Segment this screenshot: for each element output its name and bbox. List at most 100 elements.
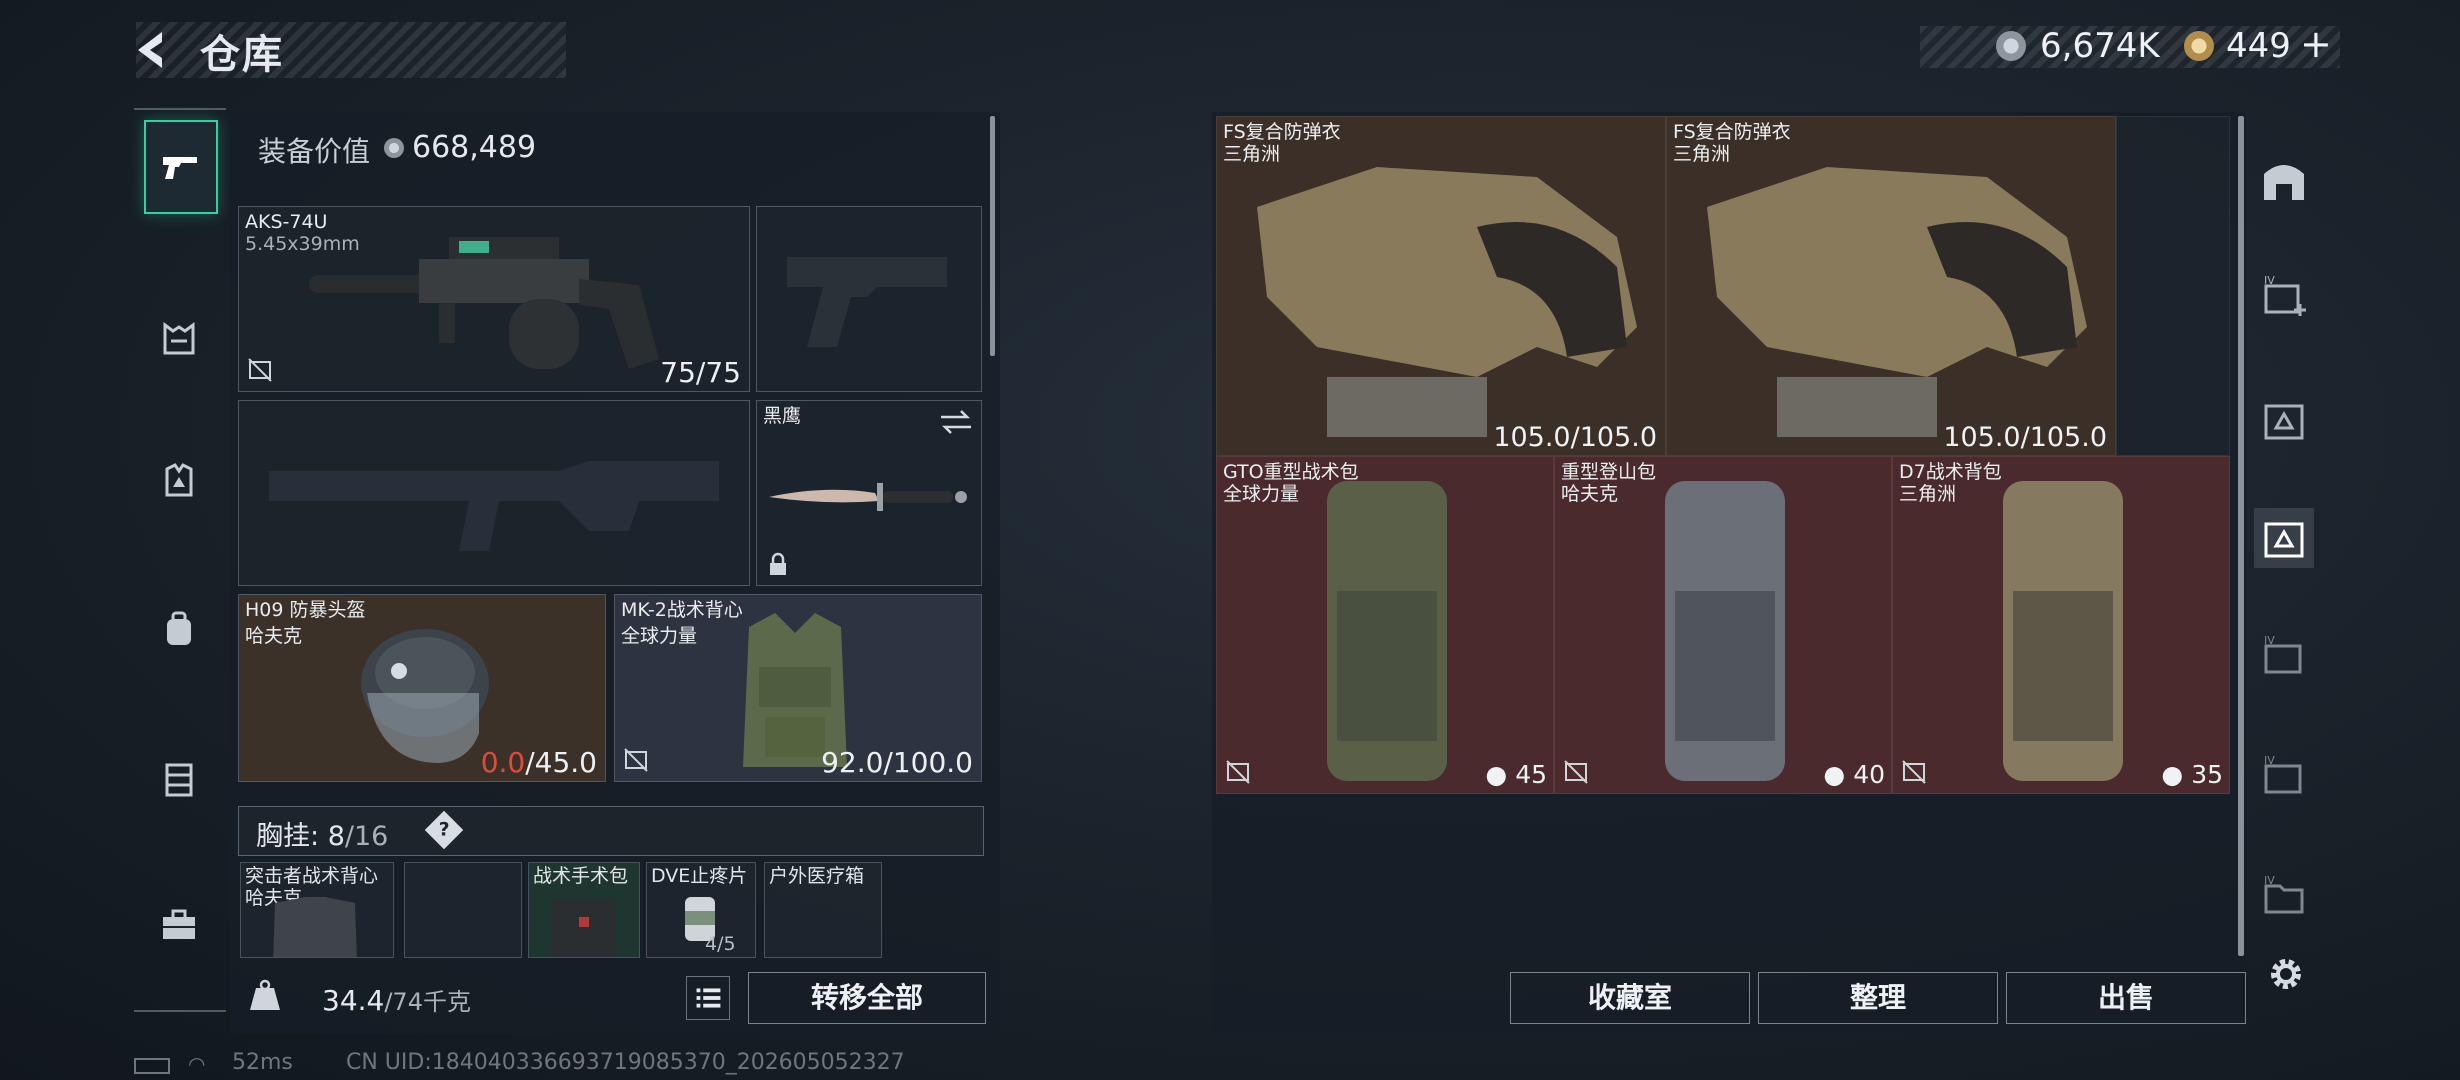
chest-rig-icon bbox=[163, 322, 195, 355]
premium-coin-icon bbox=[2184, 31, 2214, 61]
wifi-icon: ◠ bbox=[188, 1052, 206, 1076]
tab-weapons[interactable] bbox=[144, 120, 218, 214]
sidebar-storage-4[interactable]: IV bbox=[2254, 626, 2314, 686]
helmet-slot[interactable]: H09 防暴头盔 哈夫克 0.0/45.0 bbox=[238, 594, 606, 782]
no-insurance-icon bbox=[1902, 760, 1926, 784]
no-insurance-icon bbox=[624, 748, 648, 772]
storage-item-name: 重型登山包 bbox=[1561, 461, 1657, 483]
svg-text:IV: IV bbox=[2264, 874, 2275, 887]
carry-weight: 34.4/74千克 bbox=[322, 984, 471, 1017]
storage-item-capacity: ● 40 bbox=[1823, 760, 1885, 789]
tab-armor[interactable] bbox=[144, 446, 214, 516]
backpack-image bbox=[1327, 481, 1447, 781]
no-insurance-icon bbox=[1226, 760, 1250, 784]
storage-box-icon bbox=[2264, 522, 2304, 558]
item-count: 4/5 bbox=[705, 933, 736, 955]
chest-rig-item[interactable]: 战术手术包 bbox=[528, 862, 640, 958]
transfer-all-button[interactable]: 转移全部 bbox=[748, 972, 986, 1024]
coin-icon bbox=[1996, 31, 2026, 61]
chest-rig-item-name: DVE止疼片 bbox=[651, 865, 748, 887]
weight-icon bbox=[250, 979, 280, 1010]
container-icon bbox=[165, 763, 193, 797]
user-uid: CN UID:184040336693719085370_20260505232… bbox=[346, 1050, 905, 1075]
storage-item-name: FS复合防弹衣 bbox=[1673, 121, 1791, 143]
sidebar-storage-5[interactable]: IV bbox=[2254, 746, 2314, 806]
storage-item[interactable]: FS复合防弹衣 三角洲 105.0/105.0 bbox=[1666, 116, 2116, 456]
equipment-value: 668,489 bbox=[412, 130, 537, 165]
melee-name: 黑鹰 bbox=[763, 405, 802, 427]
page-title: 仓库 bbox=[200, 32, 284, 78]
vest-image bbox=[273, 897, 357, 957]
sidebar-warehouse[interactable] bbox=[2254, 150, 2314, 210]
chest-rig-capacity: 胸挂: 8/16 bbox=[256, 821, 389, 852]
pistol-slot[interactable] bbox=[756, 206, 982, 392]
back-button[interactable] bbox=[130, 26, 178, 74]
chest-rig-item-name: 户外医疗箱 bbox=[769, 865, 865, 887]
storage-item-capacity: ● 45 bbox=[1485, 760, 1547, 789]
sidebar-storage-3[interactable] bbox=[2254, 508, 2314, 568]
empty-grid-cell[interactable] bbox=[2116, 116, 2230, 456]
weapon-durability: 75/75 bbox=[660, 356, 741, 389]
organize-button[interactable]: 整理 bbox=[1758, 972, 1998, 1024]
storage-locked-icon: IV bbox=[2264, 754, 2302, 794]
no-insurance-icon bbox=[248, 358, 272, 382]
armor-vest-icon bbox=[165, 463, 193, 497]
storage-box-icon bbox=[2264, 404, 2304, 440]
armor-brand: 全球力量 bbox=[621, 625, 698, 647]
chest-rig-item[interactable]: DVE止疼片 4/5 bbox=[646, 862, 756, 958]
storage-item-durability: 105.0/105.0 bbox=[1493, 422, 1657, 453]
armor-name: MK-2战术背心 bbox=[621, 599, 743, 621]
capacity-icon: ● bbox=[1485, 760, 1508, 789]
tab-backpack[interactable] bbox=[144, 594, 214, 664]
storage-item-name: FS复合防弹衣 bbox=[1223, 121, 1341, 143]
backpack-icon bbox=[167, 611, 191, 645]
storage-expand-icon: IV bbox=[2264, 274, 2306, 316]
sidebar-storage-2[interactable] bbox=[2254, 390, 2314, 450]
battery-icon bbox=[134, 1058, 170, 1074]
list-view-button[interactable] bbox=[686, 976, 730, 1020]
storage-item-capacity: ● 35 bbox=[2161, 760, 2223, 789]
sell-button[interactable]: 出售 bbox=[2006, 972, 2246, 1024]
pistol-silhouette-icon bbox=[787, 257, 947, 347]
helmet-brand: 哈夫克 bbox=[245, 625, 303, 647]
storage-item[interactable]: D7战术背包 三角洲 ● 35 bbox=[1892, 456, 2230, 794]
storage-item-brand: 哈夫克 bbox=[1561, 483, 1619, 505]
warehouse-icon bbox=[2264, 165, 2304, 200]
currency-primary-value: 6,674K bbox=[2040, 26, 2160, 66]
loadout-scrollbar[interactable] bbox=[990, 116, 995, 356]
storage-item-durability: 105.0/105.0 bbox=[1943, 422, 2107, 453]
backpack-image bbox=[2003, 481, 2123, 781]
melee-slot[interactable]: 黑鹰 bbox=[756, 400, 982, 586]
rifle-image bbox=[309, 237, 659, 369]
chest-rig-item[interactable]: 户外医疗箱 bbox=[764, 862, 882, 958]
chest-rig-item[interactable]: 突击者战术背心 哈夫克 bbox=[240, 862, 394, 958]
swap-arrows-icon[interactable] bbox=[939, 409, 973, 435]
sidebar-storage-1[interactable]: IV bbox=[2254, 266, 2314, 326]
list-icon bbox=[696, 988, 721, 1008]
storage-item[interactable]: GTO重型战术包 全球力量 ● 45 bbox=[1216, 456, 1554, 794]
storage-item[interactable]: 重型登山包 哈夫克 ● 40 bbox=[1554, 456, 1892, 794]
capacity-icon: ● bbox=[2161, 760, 2184, 789]
ping-value: 52ms bbox=[232, 1050, 293, 1075]
storage-locked-icon: IV bbox=[2264, 634, 2302, 674]
capacity-icon: ● bbox=[1823, 760, 1846, 789]
primary-weapon-slot[interactable]: AKS-74U 5.45x39mm 75/75 bbox=[238, 206, 750, 392]
tab-chest-rig[interactable] bbox=[144, 304, 214, 374]
storage-item-brand: 全球力量 bbox=[1223, 483, 1300, 505]
helmet-image bbox=[361, 629, 489, 763]
storage-scrollbar[interactable] bbox=[2238, 116, 2244, 956]
chest-rig-item-name: 突击者战术背心 bbox=[245, 865, 379, 887]
secondary-weapon-slot[interactable] bbox=[238, 400, 750, 586]
storage-item[interactable]: FS复合防弹衣 三角洲 105.0/105.0 bbox=[1216, 116, 1666, 456]
add-currency-button[interactable]: + bbox=[2300, 22, 2332, 66]
coin-icon bbox=[384, 138, 404, 158]
tab-case[interactable] bbox=[144, 890, 214, 960]
empty-slot[interactable] bbox=[404, 862, 522, 958]
surgical-kit-image bbox=[551, 899, 615, 957]
tab-safe-box[interactable] bbox=[144, 744, 214, 814]
armor-slot[interactable]: MK-2战术背心 全球力量 92.0/100.0 bbox=[614, 594, 982, 782]
armor-durability: 92.0/100.0 bbox=[821, 746, 973, 779]
collection-room-button[interactable]: 收藏室 bbox=[1510, 972, 1750, 1024]
sidebar-storage-6[interactable]: IV bbox=[2254, 866, 2314, 926]
settings-gear-icon[interactable] bbox=[2264, 952, 2308, 996]
